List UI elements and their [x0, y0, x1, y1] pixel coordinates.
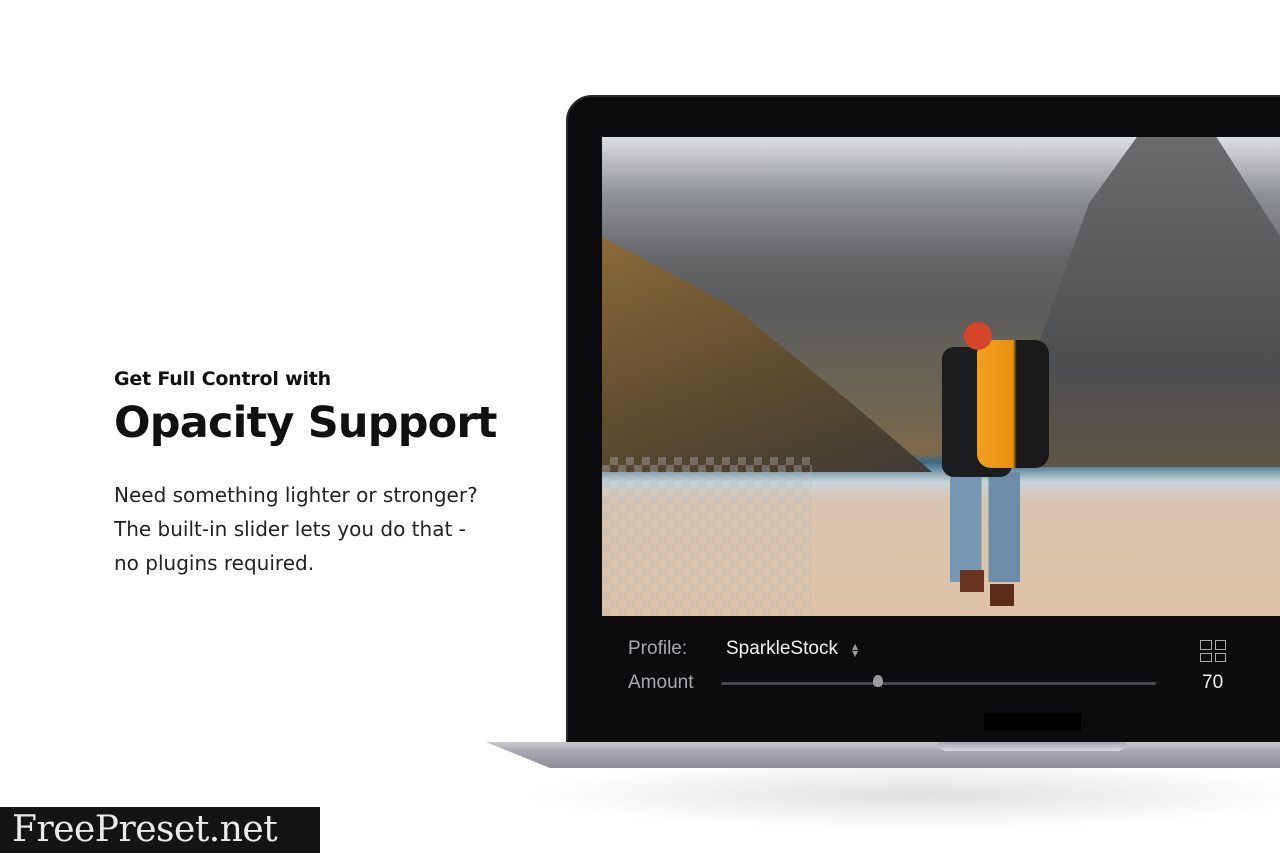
- preview-photo: [602, 137, 1280, 616]
- body-text: Need something lighter or stronger? The …: [114, 478, 534, 580]
- transparency-checkerboard: [602, 457, 812, 616]
- adjustment-panel: Profile: SparkleStock ▲ ▼ Amount 70: [602, 616, 1280, 716]
- laptop-hinge: [938, 742, 1126, 751]
- amount-value: 70: [1202, 672, 1224, 693]
- hiker-figure: [942, 322, 1052, 612]
- mountain-left: [602, 237, 932, 472]
- profile-label: Profile:: [628, 638, 688, 659]
- amount-label: Amount: [628, 672, 694, 693]
- profile-select[interactable]: SparkleStock: [726, 638, 838, 660]
- laptop-base: [486, 742, 1280, 768]
- laptop-shadow: [520, 760, 1280, 830]
- amount-slider[interactable]: [721, 675, 1156, 687]
- backpack: [977, 340, 1049, 468]
- watermark: FreePreset.net: [0, 807, 320, 853]
- slider-thumb[interactable]: [872, 675, 883, 687]
- laptop-notch: [984, 713, 1081, 731]
- headline: Opacity Support: [114, 398, 497, 448]
- eyebrow-text: Get Full Control with: [114, 368, 332, 390]
- body-line: Need something lighter or stronger?: [114, 483, 478, 507]
- body-line: no plugins required.: [114, 551, 315, 575]
- body-line: The built-in slider lets you do that -: [114, 517, 466, 541]
- marketing-copy: Get Full Control with Opacity Support Ne…: [114, 368, 534, 580]
- select-arrows-icon[interactable]: ▲ ▼: [852, 643, 858, 658]
- grid-view-icon[interactable]: [1200, 640, 1226, 662]
